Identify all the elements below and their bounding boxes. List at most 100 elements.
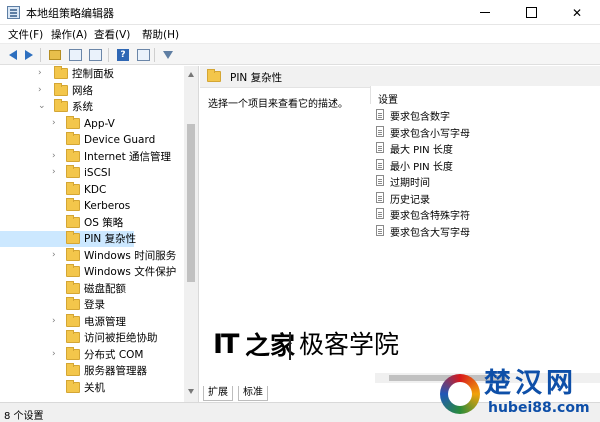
- tree-item-control-panel[interactable]: › 控制面板: [0, 66, 184, 82]
- policy-label: 要求包含特殊字符: [390, 211, 470, 222]
- tree-item-kerberos[interactable]: Kerberos: [0, 198, 184, 214]
- settings-header-label: 设置: [378, 95, 398, 106]
- policy-row[interactable]: 过期时间: [376, 173, 596, 189]
- tree-item-server-manager[interactable]: 服务器管理器: [0, 363, 184, 379]
- chevron-right-icon[interactable]: ›: [52, 119, 60, 128]
- policy-setting-icon: [376, 192, 384, 203]
- tree-item-kdc[interactable]: KDC: [0, 182, 184, 198]
- policy-setting-icon: [376, 142, 384, 153]
- properties-icon[interactable]: [135, 47, 151, 62]
- folder-icon: [54, 83, 68, 96]
- scroll-up-icon[interactable]: [188, 72, 194, 77]
- chevron-down-icon[interactable]: ⌄: [38, 102, 46, 111]
- chevron-right-icon[interactable]: ›: [52, 168, 60, 177]
- show-hide-tree-icon[interactable]: [67, 47, 83, 62]
- folder-icon: [66, 297, 80, 310]
- tab-standard[interactable]: 标准: [238, 386, 268, 401]
- toolbar-separator: [40, 48, 41, 62]
- settings-column-header[interactable]: 设置: [370, 86, 600, 106]
- maximize-icon[interactable]: [508, 0, 554, 25]
- policy-row[interactable]: 要求包含特殊字符: [376, 206, 596, 222]
- toolbar: ?: [0, 43, 600, 65]
- tree-item-system[interactable]: ⌄ 系统: [0, 99, 184, 115]
- chevron-right-icon[interactable]: ›: [38, 86, 46, 95]
- back-arrow-icon[interactable]: [5, 47, 21, 62]
- tree-item-label: Internet 通信管理: [84, 151, 172, 163]
- tree-item-label: App-V: [84, 118, 115, 130]
- tree-item-windows-file-protection[interactable]: Windows 文件保护: [0, 264, 184, 280]
- folder-icon: [66, 165, 80, 178]
- policy-label: 最大 PIN 长度: [390, 145, 453, 156]
- tree-item-access-denied-assistance[interactable]: 访问被拒绝协助: [0, 330, 184, 346]
- policy-setting-icon: [376, 109, 384, 120]
- tree-item-label: 分布式 COM: [84, 349, 144, 361]
- window-title: 本地组策略编辑器: [26, 7, 114, 20]
- swirl-logo-icon: [440, 374, 480, 414]
- tree-item-disk-quota[interactable]: 磁盘配额: [0, 281, 184, 297]
- filter-icon[interactable]: [160, 47, 176, 62]
- tree-item-label: 磁盘配额: [84, 283, 126, 295]
- tree-item-windows-time[interactable]: › Windows 时间服务: [0, 248, 184, 264]
- chevron-right-icon[interactable]: ›: [52, 152, 60, 161]
- policy-row[interactable]: 最小 PIN 长度: [376, 157, 596, 173]
- folder-icon: [66, 380, 80, 393]
- chevron-right-icon[interactable]: ›: [52, 317, 60, 326]
- navigation-tree: › 控制面板 › 网络 ⌄ 系统 › App-V Device Guard › Inter…: [0, 66, 199, 402]
- tree-item-network[interactable]: › 网络: [0, 83, 184, 99]
- tree-vertical-scrollbar[interactable]: [184, 66, 198, 402]
- tree-item-label: Kerberos: [84, 200, 131, 212]
- tree-item-app-v[interactable]: › App-V: [0, 116, 184, 132]
- toolbar-separator: [154, 48, 155, 62]
- open-folder-icon: [66, 231, 80, 244]
- chevron-right-icon[interactable]: ›: [52, 350, 60, 359]
- tree-item-power-management[interactable]: › 电源管理: [0, 314, 184, 330]
- export-list-icon[interactable]: [87, 47, 103, 62]
- close-icon[interactable]: ✕: [554, 0, 600, 25]
- tree-item-label: PIN 复杂性: [84, 233, 137, 245]
- it-home-logo-text: 之家: [245, 331, 296, 360]
- scrollbar-thumb[interactable]: [187, 124, 195, 282]
- toolbar-separator: [108, 48, 109, 62]
- help-icon[interactable]: ?: [115, 47, 131, 62]
- policy-row[interactable]: 历史记录: [376, 190, 596, 206]
- forward-arrow-icon[interactable]: [21, 47, 37, 62]
- up-folder-icon[interactable]: [47, 47, 63, 62]
- tab-extended[interactable]: 扩展: [203, 386, 233, 401]
- site-watermark: IT 之家 极客学院: [213, 330, 423, 366]
- status-setting-count: 8 个设置: [4, 411, 44, 422]
- tree-item-os-policy[interactable]: OS 策略: [0, 215, 184, 231]
- tree-item-iscsi[interactable]: › iSCSI: [0, 165, 184, 181]
- scroll-down-icon[interactable]: [188, 389, 194, 394]
- tree-item-pin-complexity[interactable]: PIN 复杂性: [0, 231, 137, 247]
- policy-setting-icon: [376, 126, 384, 137]
- tree-item-internet-communication[interactable]: › Internet 通信管理: [0, 149, 184, 165]
- minimize-icon[interactable]: [462, 0, 508, 25]
- chevron-right-icon[interactable]: ›: [52, 251, 60, 260]
- tree-item-logon[interactable]: 登录: [0, 297, 184, 313]
- title-bar: 本地组策略编辑器 ✕: [0, 0, 600, 25]
- policy-row[interactable]: 要求包含小写字母: [376, 124, 596, 140]
- menu-action[interactable]: 操作(A): [51, 27, 87, 42]
- menu-view[interactable]: 查看(V): [94, 27, 130, 42]
- folder-icon: [54, 99, 68, 112]
- chevron-right-icon[interactable]: ›: [38, 69, 46, 78]
- policy-row[interactable]: 要求包含数字: [376, 107, 596, 123]
- brand-logo: 楚汉网 hubei88.com: [434, 367, 600, 422]
- policy-label: 要求包含数字: [390, 112, 450, 123]
- menu-bar: 文件(F) 操作(A) 查看(V) 帮助(H): [0, 25, 600, 43]
- tree-item-distributed-com[interactable]: › 分布式 COM: [0, 347, 184, 363]
- menu-file[interactable]: 文件(F): [8, 27, 43, 42]
- folder-icon: [66, 215, 80, 228]
- policy-row[interactable]: 要求包含大写字母: [376, 223, 596, 239]
- jike-academy-text: 极客学院: [299, 330, 400, 359]
- policy-label: 过期时间: [390, 178, 430, 189]
- folder-icon: [66, 281, 80, 294]
- tree-item-label: 服务器管理器: [84, 365, 147, 377]
- view-tabs: 扩展 标准: [203, 386, 353, 402]
- tree-item-device-guard[interactable]: Device Guard: [0, 132, 184, 148]
- details-header: PIN 复杂性: [200, 66, 600, 88]
- tree-item-shutdown[interactable]: 关机: [0, 380, 184, 396]
- policy-row[interactable]: 最大 PIN 长度: [376, 140, 596, 156]
- menu-help[interactable]: 帮助(H): [142, 27, 179, 42]
- folder-icon: [207, 69, 221, 82]
